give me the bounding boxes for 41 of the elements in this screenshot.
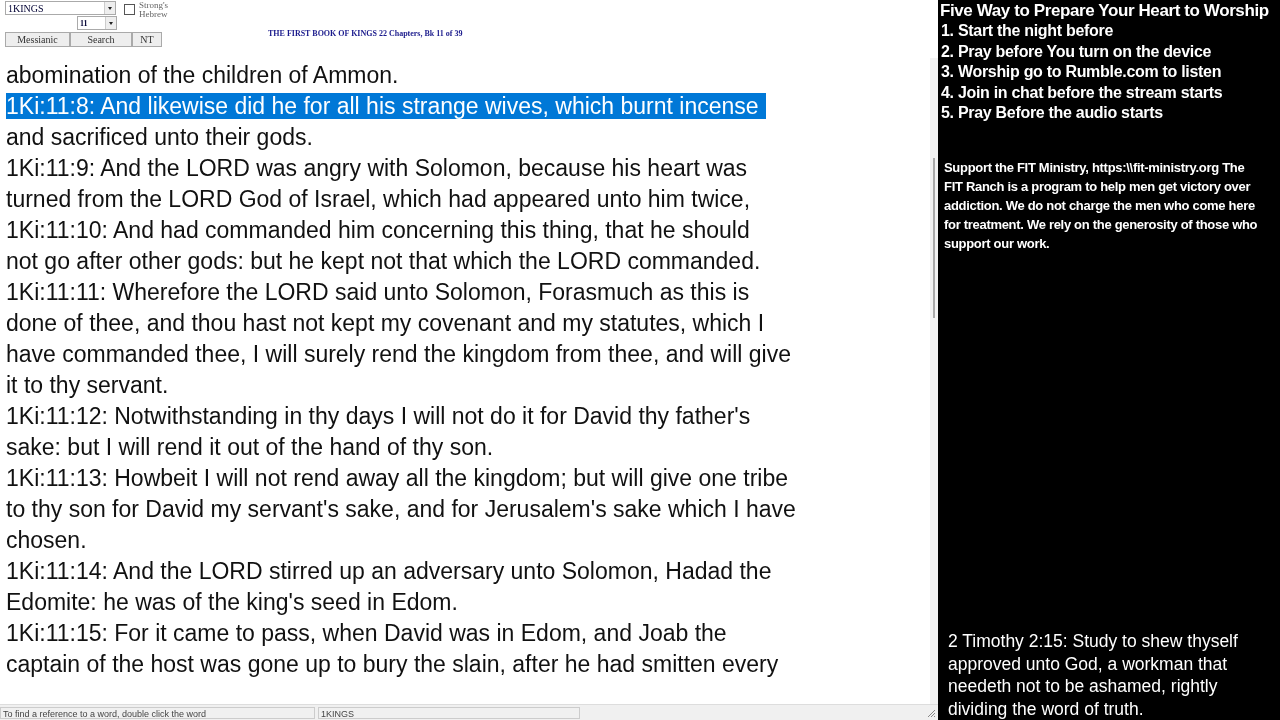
strongs-checkbox[interactable]: [124, 4, 135, 15]
step-text: 3. Worship go to Rumble.com to listen: [940, 62, 1223, 82]
dropdown-arrow-icon: [105, 17, 116, 29]
toolbar-button[interactable]: Search: [70, 32, 132, 47]
step-text: 4. Join in chat before the stream starts: [940, 82, 1224, 103]
toolbar-button[interactable]: NT: [132, 32, 162, 47]
verse-text-line: it to thy servant.: [6, 372, 169, 398]
verse-text-line: 1Ki:11:11: Wherefore the LORD said unto Solomon, Forasmuch as this is: [6, 279, 750, 305]
verse-text-line: have commanded thee, I will surely rend the kingdom from thee, and will give: [6, 341, 791, 367]
verse-text-line: and sacrificed unto their gods.: [6, 124, 313, 150]
checkbox-label: Strong's Hebrew: [139, 1, 170, 19]
status-text: 1KINGS: [318, 706, 580, 719]
verse-text-line: 1Ki:11:9: And the LORD was angry with Solomon, because his heart was: [6, 155, 748, 181]
step-text: 2. Pray before You turn on the device: [940, 41, 1213, 62]
support-paragraph: Support the FIT Ministry, https:\\fit-ministry.org The FIT Ranch is a program to help men get victory over addiction. We do not charge the men who come here for treatment. We rely on the generosity of those who support our work.: [943, 158, 1259, 253]
chapter-select[interactable]: 11: [77, 16, 117, 30]
verse-text-line: 1Ki:11:14: And the LORD stirred up an adversary unto Solomon, Hadad the: [6, 558, 772, 584]
step-text: 1. Start the night before: [940, 21, 1115, 41]
scripture-verse: 2 Timothy 2:15: Study to shew thyself approved unto God, a workman that needeth not to be ashamed, rightly dividing the word of truth.: [947, 630, 1239, 720]
verse-text-line: 1Ki:11:12: Notwithstanding in thy days I will not do it for David thy father's: [6, 403, 751, 429]
scrollbar[interactable]: [930, 58, 938, 704]
resize-grip-icon[interactable]: [926, 707, 936, 718]
verse-text-line: captain of the host was gone up to bury the slain, after he had smitten every: [6, 651, 779, 677]
verse-text-line: to thy son for David my servant's sake, and for Jerusalem's sake which I have: [6, 496, 796, 522]
overlay-heading: Five Way to Prepare Your Heart to Worship: [940, 0, 1270, 21]
step-text: 5. Pray Before the audio starts: [940, 103, 1164, 123]
book-title: THE FIRST BOOK OF KINGS 22 Chapters, Bk 11 of 39: [268, 29, 463, 40]
toolbar-button[interactable]: Messianic: [5, 32, 70, 47]
verse-text-line: turned from the LORD God of Israel, which had appeared unto him twice,: [6, 186, 751, 212]
book-select[interactable]: 1KINGS: [5, 1, 116, 15]
verse-text-line: 1Ki:11:10: And had commanded him concerning this thing, that he should: [6, 217, 750, 243]
verse-text-line: done of thee, and thou hast not kept my covenant and my statutes, which I: [6, 310, 765, 336]
verse-text-line: chosen.: [6, 527, 87, 553]
verse-text-line: Edomite: he was of the king's seed in Edom.: [6, 589, 458, 615]
dropdown-arrow-icon: [104, 2, 115, 14]
verse-text-line: 1Ki:11:13: Howbeit I will not rend away all the kingdom; but will give one tribe: [6, 465, 788, 491]
status-text: To find a reference to a word, double click the word: [0, 706, 315, 719]
verse-text-line: 1Ki:11:15: For it came to pass, when David was in Edom, and Joab the: [6, 620, 727, 646]
verse-text-line: sake: but I will rend it out of the hand of thy son.: [6, 434, 494, 460]
verse-text-line: abomination of the children of Ammon.: [6, 62, 399, 88]
verse-text-line: not go after other gods: but he kept not that which the LORD commanded.: [6, 248, 761, 274]
